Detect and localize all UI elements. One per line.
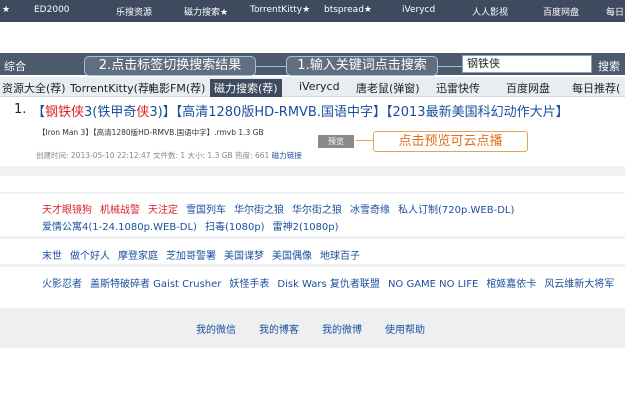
tab-magnet-search[interactable]: 磁力搜索(荐) [210,79,282,97]
title-part: 3)】【高清1280版HD-RMVB.国语中字】【2013最新美国科幻动作大片】 [149,105,569,120]
hot-tag[interactable]: 盖斯特破碎者 Gaist Crusher [90,279,221,290]
hot-tag[interactable]: 私人订制(720p.WEB-DL) [398,205,514,216]
title-highlight: 钢铁侠 [45,105,85,120]
hot-tag[interactable]: 棺姬嘉依卡 [486,279,536,290]
preview-tip-callout: 点击预览可云点播 [373,131,528,152]
top-nav-item-ed2000[interactable]: ED2000 [34,5,70,15]
search-button[interactable]: 搜索 [598,58,620,74]
hot-row-movies-2: 爱情公寓4(1-24.1080p.WEB-DL) 扫毒(1080p) 雷神2(108… [42,218,347,233]
title-highlight: 侠 [136,105,150,120]
hot-tag[interactable]: 美国偶像 [272,251,312,262]
top-nav-item-lesou[interactable]: 乐搜资源 [116,5,152,18]
hot-tag[interactable]: 机械战警 [100,205,140,216]
hot-tag[interactable]: 华尔街之狼 [292,205,342,216]
tab-movie-fm[interactable]: 电影FM(荐) [148,80,205,96]
hot-row-movies: 天才眼镜狗 机械战警 天注定 雪国列车 华尔街之狼 华尔街之狼 冰雪奇缘 私人订制(720p.… [42,201,522,216]
hot-tag[interactable]: 扫毒(1080p) [205,222,265,233]
magnet-link[interactable]: 磁力链接 [272,151,302,160]
title-part: 【 [32,105,46,120]
hot-tag[interactable]: Disk Wars 复仇者联盟 [277,279,380,290]
search-input[interactable]: 钢铁侠 [462,55,592,73]
top-nav-item-btspread[interactable]: btspread★ [324,5,372,15]
footer-link-blog[interactable]: 我的博客 [259,321,299,336]
hot-tag[interactable]: 雪国列车 [186,205,226,216]
hot-tag[interactable]: 地球百子 [320,251,360,262]
top-nav-item-renren[interactable]: 人人影视 [472,5,508,18]
tab-baidu-pan[interactable]: 百度网盘 [506,80,550,96]
hot-tag[interactable]: 雷神2(1080p) [273,222,339,233]
hot-tag[interactable]: 美国谍梦 [224,251,264,262]
footer-link-help[interactable]: 使用帮助 [385,321,425,336]
result-index: 1. [14,102,27,117]
separator [0,192,625,194]
tab-xunlei[interactable]: 迅雷快传 [436,80,480,96]
hot-tag[interactable]: 天注定 [148,205,178,216]
tab-daily[interactable]: 每日推荐( [572,80,620,96]
tab-iverycd[interactable]: iVerycd [299,80,340,93]
tab-tip-callout: 2.点击标签切换搜索结果 [84,56,256,76]
callout-connector [255,66,286,67]
result-title-link[interactable]: 【钢铁侠3(铁甲奇侠3)】【高清1280版HD-RMVB.国语中字】【2013最… [32,101,569,120]
separator [0,236,625,239]
callout-connector [438,66,462,67]
top-nav-item-torrentkitty[interactable]: TorrentKitty★ [250,5,310,15]
hot-tag[interactable]: 摩登家庭 [118,251,158,262]
top-nav-bar [0,0,625,22]
site-label: 综合 [4,60,26,73]
hot-tag[interactable]: 冰雪奇缘 [350,205,390,216]
search-tip-callout: 1.输入关键词点击搜索 [286,56,438,76]
hot-tag[interactable]: 华尔街之狼 [234,205,284,216]
footer [0,308,625,348]
hot-row-tv: 末世 做个好人 摩登家庭 芝加哥警署 美国谍梦 美国偶像 地球百子 [42,247,368,262]
hot-tag[interactable]: NO GAME NO LIFE [388,279,478,290]
separator [0,166,625,176]
hot-tag[interactable]: 芝加哥警署 [166,251,216,262]
footer-link-wechat[interactable]: 我的微信 [196,321,236,336]
result-file-info: 【Iron Man 3】【高清1280版HD-RMVB.国语中字】.rmvb 1… [38,128,264,137]
top-nav-item-daily[interactable]: 每日 [606,5,624,18]
hot-tag[interactable]: 爱情公寓4(1-24.1080p.WEB-DL) [42,222,197,233]
callout-connector [356,140,374,141]
hot-tag[interactable]: 做个好人 [70,251,110,262]
separator [0,264,625,267]
top-nav-item-magnet[interactable]: 磁力搜索★ [184,5,228,18]
preview-button[interactable]: 预览 [318,135,354,148]
hot-tag[interactable]: 风云维新大将军 [544,279,614,290]
hot-tag[interactable]: 火影忍者 [42,279,82,290]
top-nav-item-star[interactable]: ★ [2,5,10,15]
hot-row-anime: 火影忍者 盖斯特破碎者 Gaist Crusher 妖怪手表 Disk Wars 复仇… [42,275,622,290]
hot-tag[interactable]: 天才眼镜狗 [42,205,92,216]
tab-tanglaoshu[interactable]: 唐老鼠(弹窗) [356,80,420,96]
title-part: 3(铁甲奇 [84,105,137,120]
hot-tag[interactable]: 妖怪手表 [229,279,269,290]
top-nav-item-baidu[interactable]: 百度网盘 [543,5,579,18]
footer-link-weibo[interactable]: 我的微博 [322,321,362,336]
tab-torrentkitty[interactable]: TorrentKitty(荐) [70,80,153,96]
result-meta: 创建时间: 2013-05-10 22:12:47 文件数: 1 大小: 1.3… [36,150,302,161]
hot-tag[interactable]: 末世 [42,251,62,262]
tab-resources[interactable]: 资源大全(荐) [2,80,66,96]
top-nav-item-iverycd[interactable]: iVerycd [402,5,435,15]
result-stats: 创建时间: 2013-05-10 22:12:47 文件数: 1 大小: 1.3… [36,151,270,160]
